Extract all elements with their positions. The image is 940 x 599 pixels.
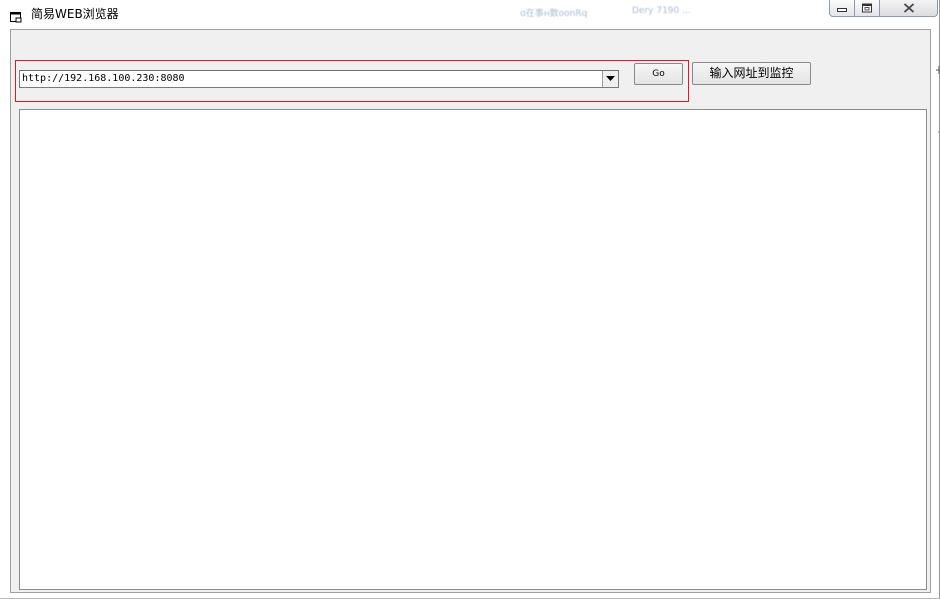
url-combobox[interactable]: [19, 70, 619, 88]
close-icon: [903, 3, 914, 13]
background-window-text: Dery 7190 ...: [632, 6, 691, 16]
background-window-edge: [933, 60, 940, 140]
caption-buttons: [829, 0, 938, 19]
restore-icon: [862, 3, 872, 13]
web-browser-pane[interactable]: [19, 109, 927, 590]
go-button[interactable]: Go: [634, 63, 683, 85]
client-area: Go 输入网址到监控: [10, 29, 931, 593]
url-dropdown-button[interactable]: [602, 71, 618, 87]
browser-window: 简易WEB浏览器 ɑ在事ʜ数oonRq Dery 7190 ... http:/…: [0, 0, 940, 599]
chevron-down-icon: [606, 76, 615, 81]
maximize-button[interactable]: [855, 0, 880, 17]
window-title: 简易WEB浏览器: [31, 7, 119, 21]
minimize-icon: [837, 8, 847, 12]
title-bar[interactable]: 简易WEB浏览器 ɑ在事ʜ数oonRq Dery 7190 ...: [0, 0, 939, 28]
close-button[interactable]: [880, 0, 938, 17]
url-input[interactable]: [20, 71, 602, 87]
app-icon: [10, 8, 22, 23]
background-window-text: ɑ在事ʜ数oonRq: [520, 9, 588, 19]
minimize-button[interactable]: [829, 0, 855, 17]
add-url-to-monitor-button[interactable]: 输入网址到监控: [692, 62, 811, 85]
